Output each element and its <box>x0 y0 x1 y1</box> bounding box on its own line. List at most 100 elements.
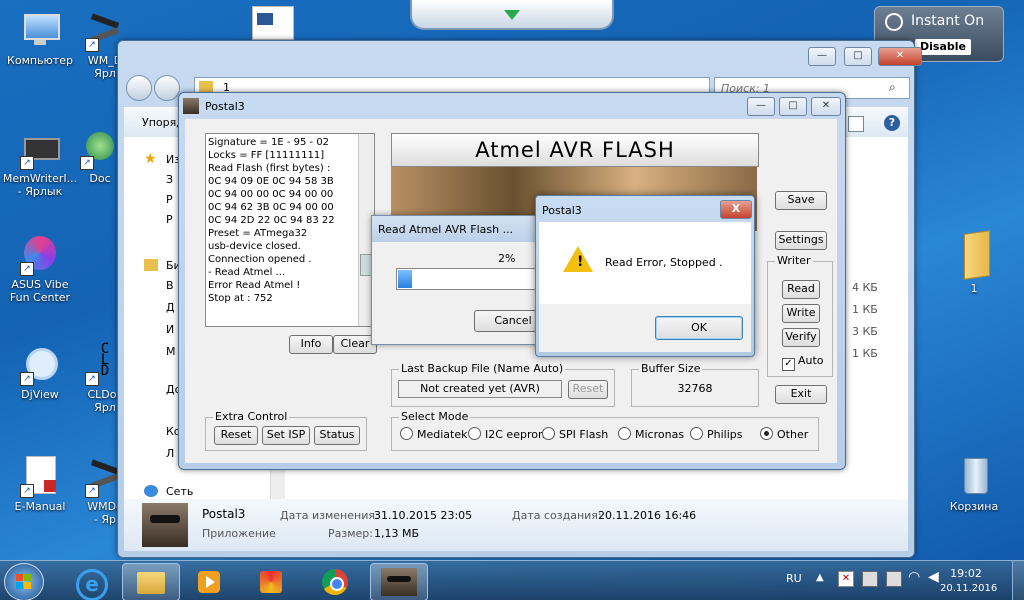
close-button[interactable]: ✕ <box>878 47 922 66</box>
verify-button[interactable]: Verify <box>782 328 820 347</box>
auto-checkbox[interactable]: ✓ Auto <box>782 354 824 371</box>
tray-expand-icon[interactable]: ▲ <box>816 572 824 583</box>
taskbar-postal3[interactable] <box>370 563 428 600</box>
log-line: usb-device closed. <box>208 241 301 252</box>
nav-item[interactable]: Д <box>166 301 175 314</box>
details-pane: Postal3 Приложение Дата изменения: 31.10… <box>124 499 908 551</box>
djview-icon: ↗ <box>20 344 60 386</box>
taskbar-chrome[interactable] <box>308 563 364 599</box>
chevron-down-icon <box>504 10 520 20</box>
desktop-icon-recycle-bin[interactable]: Корзина <box>934 456 1014 513</box>
tray-device-icon[interactable] <box>886 571 902 587</box>
extra-reset-button[interactable]: Reset <box>214 426 258 445</box>
log-line: 0C 94 2D 22 0C 94 83 22 <box>208 215 335 226</box>
taskbar-ie[interactable]: e <box>62 563 118 600</box>
read-button[interactable]: Read <box>782 280 820 299</box>
nav-item[interactable]: Р <box>166 193 173 206</box>
desktop-icon-folder-1[interactable]: 1 <box>934 230 1014 295</box>
back-button[interactable] <box>126 75 152 101</box>
show-desktop-button[interactable] <box>1012 561 1024 600</box>
shortcut-arrow-icon: ↗ <box>85 38 99 52</box>
ok-button[interactable]: OK <box>655 316 743 340</box>
mode-radio-mediatek[interactable]: Mediatek <box>400 427 468 441</box>
error-dialog: Postal3 X ! Read Error, Stopped . OK <box>535 195 755 357</box>
desktop-icon-doc[interactable]: ↗ Doc <box>80 128 120 185</box>
mode-label: I2C eeprom <box>485 428 549 441</box>
error-dialog-title: Postal3 <box>542 204 582 217</box>
word-doc-icon[interactable] <box>252 6 294 40</box>
computer-icon <box>20 10 60 50</box>
desktop-icon-computer[interactable]: Компьютер <box>0 10 80 67</box>
instant-on-title: Instant On <box>911 13 985 29</box>
buffer-group-label: Buffer Size <box>639 362 703 375</box>
close-button[interactable]: ✕ <box>811 97 841 116</box>
file-size: 3 КБ <box>852 325 878 338</box>
backup-reset-button[interactable]: Reset <box>568 380 608 399</box>
error-dialog-body: ! Read Error, Stopped . <box>539 222 751 304</box>
language-indicator[interactable]: RU <box>786 572 802 585</box>
tray-app-icon[interactable] <box>862 571 878 587</box>
settings-button[interactable]: Settings <box>775 231 827 250</box>
clock-time[interactable]: 19:02 <box>944 567 988 580</box>
radio-icon <box>542 427 555 440</box>
nav-item[interactable]: Л <box>166 447 174 460</box>
desktop-icon-memwriter[interactable]: ↗ MemWriterI... - Ярлык <box>0 128 80 198</box>
desktop-icon-label: Doc <box>89 172 111 185</box>
mode-radio-philips[interactable]: Philips <box>690 427 743 441</box>
desktop-icon-e-manual[interactable]: ↗ E-Manual <box>0 456 80 513</box>
taskbar: e RU ▲ ✕ ◠ ◀ 19:02 20.11.2016 <box>0 560 1024 600</box>
save-button[interactable]: Save <box>775 191 827 210</box>
mode-radio-micronas[interactable]: Micronas <box>618 427 684 441</box>
mode-radio-spi[interactable]: SPI Flash <box>542 427 608 441</box>
write-button[interactable]: Write <box>782 304 820 323</box>
exit-button[interactable]: Exit <box>775 385 827 404</box>
volume-icon[interactable]: ◀ <box>928 569 939 585</box>
chrome-icon <box>322 569 348 595</box>
action-center-icon[interactable]: ✕ <box>838 571 854 587</box>
mode-label: Mediatek <box>417 428 468 441</box>
maximize-button[interactable]: □ <box>779 97 807 116</box>
top-dock-widget[interactable] <box>410 0 614 30</box>
taskbar-app[interactable] <box>244 563 300 599</box>
log-panel[interactable]: Signature = 1E - 95 - 02 Locks = FF [1111… <box>205 133 375 327</box>
maximize-button[interactable]: □ <box>844 47 872 66</box>
help-icon[interactable]: ? <box>884 115 900 131</box>
clock-date[interactable]: 20.11.2016 <box>940 583 997 594</box>
nav-item[interactable]: М <box>166 345 176 358</box>
taskbar-explorer[interactable] <box>122 563 180 600</box>
error-dialog-close-button[interactable]: X <box>720 200 752 219</box>
minimize-button[interactable]: — <box>808 47 836 66</box>
nav-item[interactable]: И <box>166 323 174 336</box>
forward-button[interactable] <box>154 75 180 101</box>
set-isp-button[interactable]: Set ISP <box>262 426 310 445</box>
mode-radio-other[interactable]: Other <box>760 427 808 441</box>
writer-group: Writer Read Write Verify ✓ Auto <box>767 254 833 377</box>
desktop-icon-asus-vibe[interactable]: ↗ ASUS Vibe Fun Center <box>0 234 80 304</box>
recycle-bin-icon <box>954 456 994 496</box>
mode-label: Other <box>777 428 809 441</box>
mode-label: Micronas <box>635 428 685 441</box>
progress-bar <box>396 268 544 290</box>
nav-item[interactable]: З <box>166 173 173 186</box>
mode-radio-i2c[interactable]: I2C eeprom <box>468 427 549 441</box>
radio-icon <box>468 427 481 440</box>
shortcut-arrow-icon: ↗ <box>20 262 34 276</box>
view-icon[interactable] <box>848 116 864 132</box>
extra-control-group: Extra Control Reset Set ISP Status <box>205 410 367 451</box>
status-button[interactable]: Status <box>314 426 360 445</box>
start-button[interactable] <box>4 563 44 600</box>
select-mode-label: Select Mode <box>399 410 471 423</box>
nav-item[interactable]: Сеть <box>166 485 193 498</box>
radio-icon <box>690 427 703 440</box>
log-line: Read Flash (first bytes) : <box>208 163 331 174</box>
nav-item[interactable]: Р <box>166 213 173 226</box>
info-button[interactable]: Info <box>289 335 333 354</box>
minimize-button[interactable]: — <box>747 97 775 116</box>
wifi-icon[interactable]: ◠ <box>908 569 920 585</box>
folder-icon <box>137 572 165 594</box>
instant-on-disable-button[interactable]: Disable <box>915 39 971 55</box>
log-line: 0C 94 62 3B 0C 94 00 00 <box>208 202 334 213</box>
taskbar-media-player[interactable] <box>182 563 238 599</box>
nav-item[interactable]: В <box>166 279 174 292</box>
desktop-icon-djview[interactable]: ↗ DjView <box>0 344 80 401</box>
